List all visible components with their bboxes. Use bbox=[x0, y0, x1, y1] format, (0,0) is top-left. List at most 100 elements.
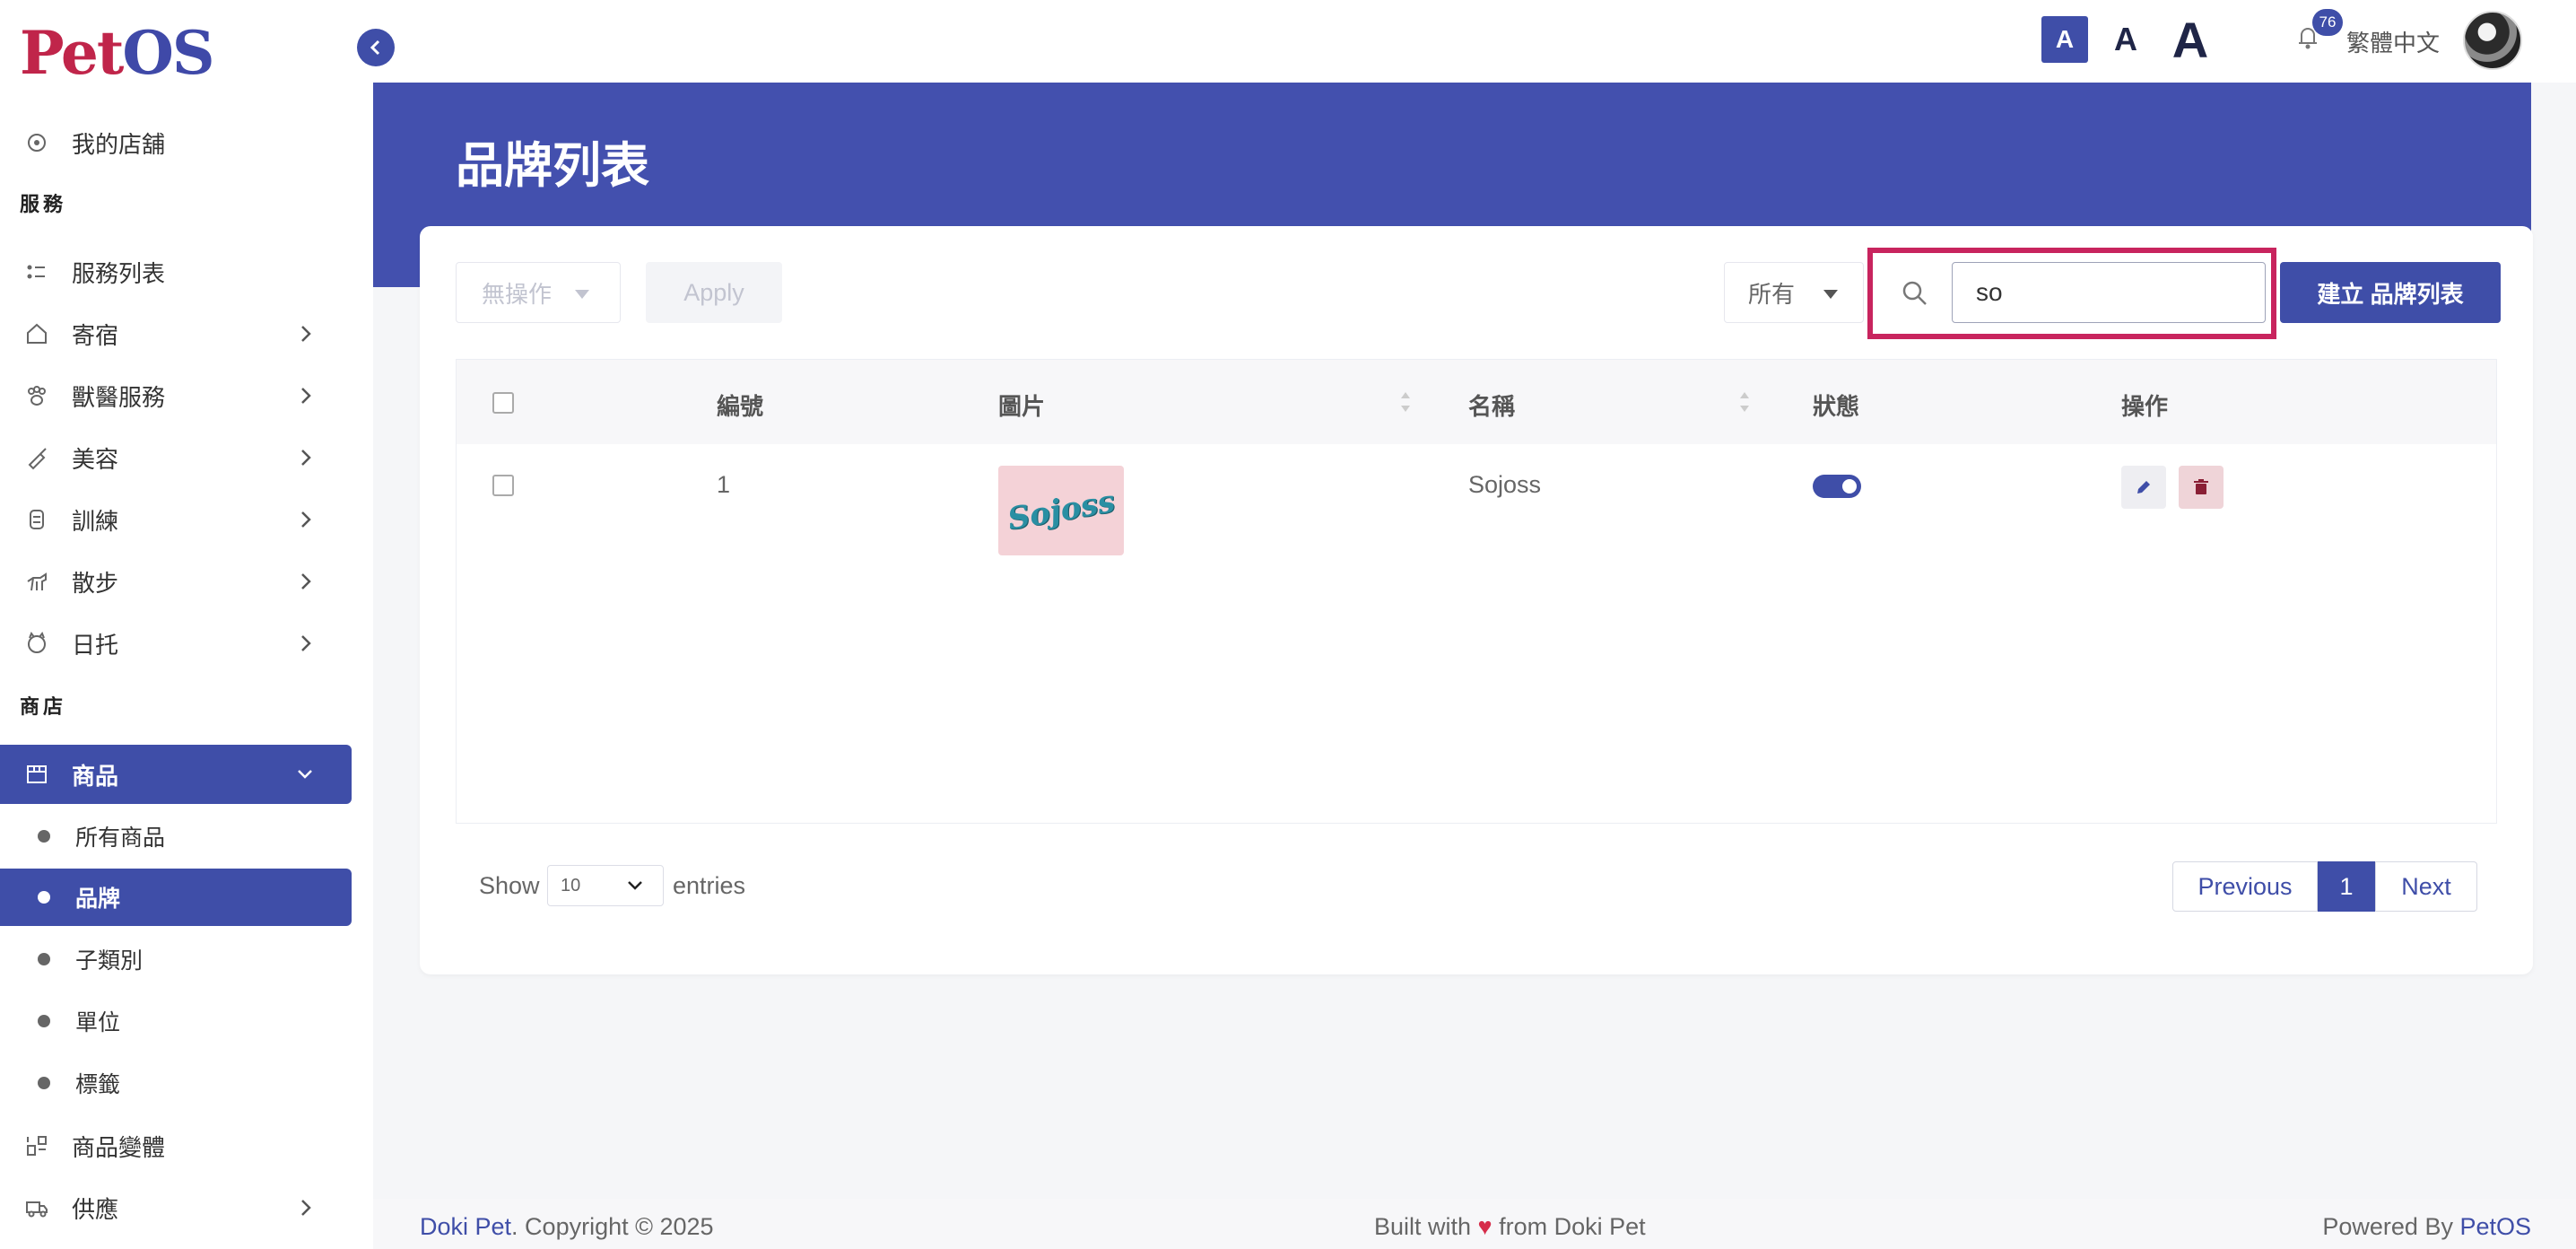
pencil-icon bbox=[2137, 481, 2150, 493]
store-icon bbox=[22, 127, 52, 158]
apply-button[interactable]: Apply bbox=[646, 262, 782, 323]
font-size-small-button[interactable]: A bbox=[2041, 16, 2088, 63]
sidebar-item-label: 我的店舖 bbox=[72, 130, 166, 158]
shop-icon bbox=[22, 759, 52, 790]
section-service-label: 服務 bbox=[20, 193, 67, 215]
sort-icon[interactable] bbox=[1398, 387, 1413, 417]
sidebar-item-vet[interactable]: 獸醫服務 bbox=[0, 366, 352, 425]
sidebar-item-training[interactable]: 訓練 bbox=[0, 490, 352, 549]
sidebar-item-variants[interactable]: 商品變體 bbox=[0, 1116, 352, 1175]
section-store-label: 商店 bbox=[20, 695, 67, 718]
bulk-action-select[interactable]: 無操作 bbox=[456, 262, 621, 323]
column-header-actions: 操作 bbox=[2121, 393, 2169, 420]
column-header-image[interactable]: 圖片 bbox=[998, 389, 1045, 422]
sidebar-subitem-label: 單位 bbox=[75, 1010, 121, 1035]
footer: Doki Pet. Copyright © 2025 Built with ♥ … bbox=[373, 1199, 2576, 1249]
sidebar-subitem-label: 標籤 bbox=[75, 1072, 121, 1097]
footer-powered-by: Powered By PetOS bbox=[2322, 1213, 2531, 1240]
topbar: A A A 76 繁體中文 bbox=[373, 0, 2576, 83]
row-name: Sojoss bbox=[1468, 471, 1542, 498]
next-page-button[interactable]: Next bbox=[2375, 861, 2477, 912]
previous-page-button[interactable]: Previous bbox=[2172, 861, 2318, 912]
sidebar-subitem-all-products[interactable]: 所有商品 bbox=[0, 808, 352, 865]
petos-logo[interactable]: PetOS bbox=[20, 18, 215, 88]
font-size-large-button[interactable]: A bbox=[2162, 9, 2219, 70]
search-icon bbox=[1902, 281, 1927, 305]
sidebar-subitem-brand[interactable]: 品牌 bbox=[0, 869, 352, 926]
sort-icon[interactable] bbox=[1737, 387, 1752, 417]
entries-label: entries bbox=[673, 872, 746, 899]
heart-icon: ♥ bbox=[1477, 1213, 1493, 1240]
status-toggle[interactable] bbox=[1813, 475, 1861, 498]
search-input[interactable] bbox=[1952, 262, 2266, 323]
caret-down-icon bbox=[575, 290, 589, 299]
footer-copyright: Doki Pet. Copyright © 2025 bbox=[420, 1213, 714, 1240]
sidebar-subitem-subcategory[interactable]: 子類別 bbox=[0, 930, 352, 988]
sidebar-item-boarding[interactable]: 寄宿 bbox=[0, 304, 352, 363]
sidebar-subitem-unit[interactable]: 單位 bbox=[0, 992, 352, 1050]
paw-icon bbox=[22, 380, 52, 411]
sidebar-item-label: 供應 bbox=[72, 1195, 119, 1223]
chevron-left-icon bbox=[370, 39, 380, 56]
edit-button[interactable] bbox=[2121, 466, 2166, 509]
sidebar-item-my-store[interactable]: 我的店舖 bbox=[0, 113, 352, 172]
sidebar: PetOS 我的店舖 服務 服務列表 寄宿 獸醫服務 美容 訓練 散步 日托 商… bbox=[0, 0, 373, 1249]
sidebar-item-daycare[interactable]: 日托 bbox=[0, 614, 352, 673]
bullet-icon bbox=[38, 1015, 50, 1027]
sidebar-item-walking[interactable]: 散步 bbox=[0, 552, 352, 611]
chevron-right-icon bbox=[301, 326, 311, 342]
sidebar-subitem-label: 所有商品 bbox=[75, 825, 166, 851]
sidebar-item-service-list[interactable]: 服務列表 bbox=[0, 242, 352, 301]
avatar[interactable] bbox=[2463, 11, 2522, 70]
sidebar-collapse-button[interactable] bbox=[357, 29, 395, 66]
entries-per-page-value: 10 bbox=[561, 875, 581, 895]
column-header-name[interactable]: 名稱 bbox=[1468, 389, 1515, 422]
row-checkbox[interactable] bbox=[492, 475, 514, 496]
variants-icon bbox=[22, 1131, 52, 1161]
sidebar-item-products[interactable]: 商品 bbox=[0, 745, 352, 804]
house-icon bbox=[22, 319, 52, 349]
sidebar-subitem-label: 品牌 bbox=[75, 887, 121, 912]
sidebar-subitem-tag[interactable]: 標籤 bbox=[0, 1054, 352, 1112]
bullet-icon bbox=[38, 830, 50, 843]
pet-face-icon bbox=[22, 628, 52, 659]
chevron-down-icon bbox=[628, 881, 642, 890]
sidebar-item-label: 商品 bbox=[72, 762, 119, 790]
brand-logo-image: Sojoss bbox=[998, 466, 1124, 555]
status-filter-value: 所有 bbox=[1748, 280, 1796, 308]
medal-icon bbox=[22, 504, 52, 535]
sidebar-item-label: 訓練 bbox=[72, 507, 119, 535]
dog-icon bbox=[22, 566, 52, 597]
language-selector[interactable]: 繁體中文 bbox=[2346, 25, 2440, 58]
sidebar-item-label: 服務列表 bbox=[72, 259, 166, 287]
brand-table: 編號 圖片 名稱 狀態 操作 1 Sojoss Sojoss bbox=[456, 359, 2497, 824]
list-icon bbox=[22, 257, 52, 287]
select-all-checkbox[interactable] bbox=[492, 392, 514, 414]
sidebar-item-grooming[interactable]: 美容 bbox=[0, 428, 352, 487]
bullet-icon bbox=[38, 891, 50, 904]
page-title: 品牌列表 bbox=[456, 139, 649, 193]
column-header-id[interactable]: 編號 bbox=[717, 389, 763, 422]
status-filter-select[interactable]: 所有 bbox=[1724, 262, 1864, 323]
sidebar-item-supply[interactable]: 供應 bbox=[0, 1178, 352, 1237]
delete-button[interactable] bbox=[2179, 466, 2224, 509]
entries-per-page-select[interactable]: 10 bbox=[547, 865, 664, 906]
font-size-medium-button[interactable]: A bbox=[2102, 16, 2149, 63]
truck-icon bbox=[22, 1192, 52, 1223]
bullet-icon bbox=[38, 1077, 50, 1089]
caret-down-icon bbox=[1823, 290, 1838, 299]
footer-built-with: Built with ♥ from Doki Pet bbox=[1374, 1213, 1646, 1240]
column-header-status[interactable]: 狀態 bbox=[1813, 389, 1859, 422]
footer-petos-link[interactable]: PetOS bbox=[2459, 1213, 2531, 1240]
page-1-button[interactable]: 1 bbox=[2318, 861, 2375, 912]
trash-icon bbox=[2194, 479, 2208, 494]
chevron-right-icon bbox=[301, 511, 311, 528]
show-label: Show bbox=[479, 872, 540, 899]
sidebar-item-label: 散步 bbox=[72, 569, 119, 597]
notification-badge: 76 bbox=[2312, 9, 2343, 36]
chevron-right-icon bbox=[301, 573, 311, 590]
create-brand-button[interactable]: 建立 品牌列表 bbox=[2280, 262, 2501, 323]
bulk-action-value: 無操作 bbox=[482, 280, 553, 308]
brush-icon bbox=[22, 442, 52, 473]
footer-brand-link[interactable]: Doki Pet bbox=[420, 1213, 511, 1240]
